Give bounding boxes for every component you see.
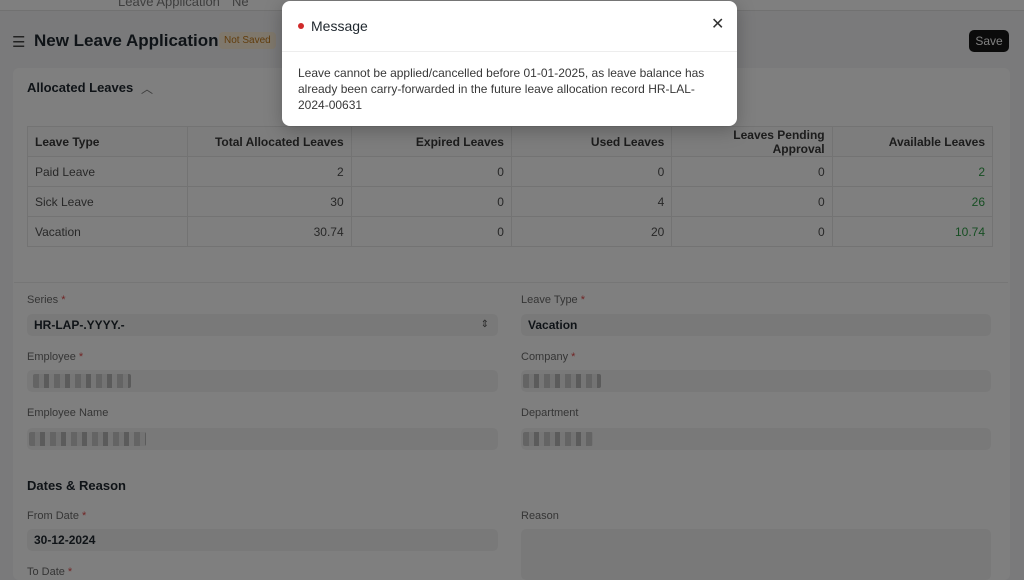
dialog-message: Leave cannot be applied/cancelled before… bbox=[298, 66, 705, 112]
message-dialog: Message ✕ Leave cannot be applied/cancel… bbox=[282, 1, 737, 126]
close-icon[interactable]: ✕ bbox=[711, 14, 724, 34]
dialog-title: Message bbox=[311, 18, 368, 34]
dialog-header: Message ✕ bbox=[282, 1, 737, 52]
indicator-dot-icon bbox=[298, 23, 304, 29]
